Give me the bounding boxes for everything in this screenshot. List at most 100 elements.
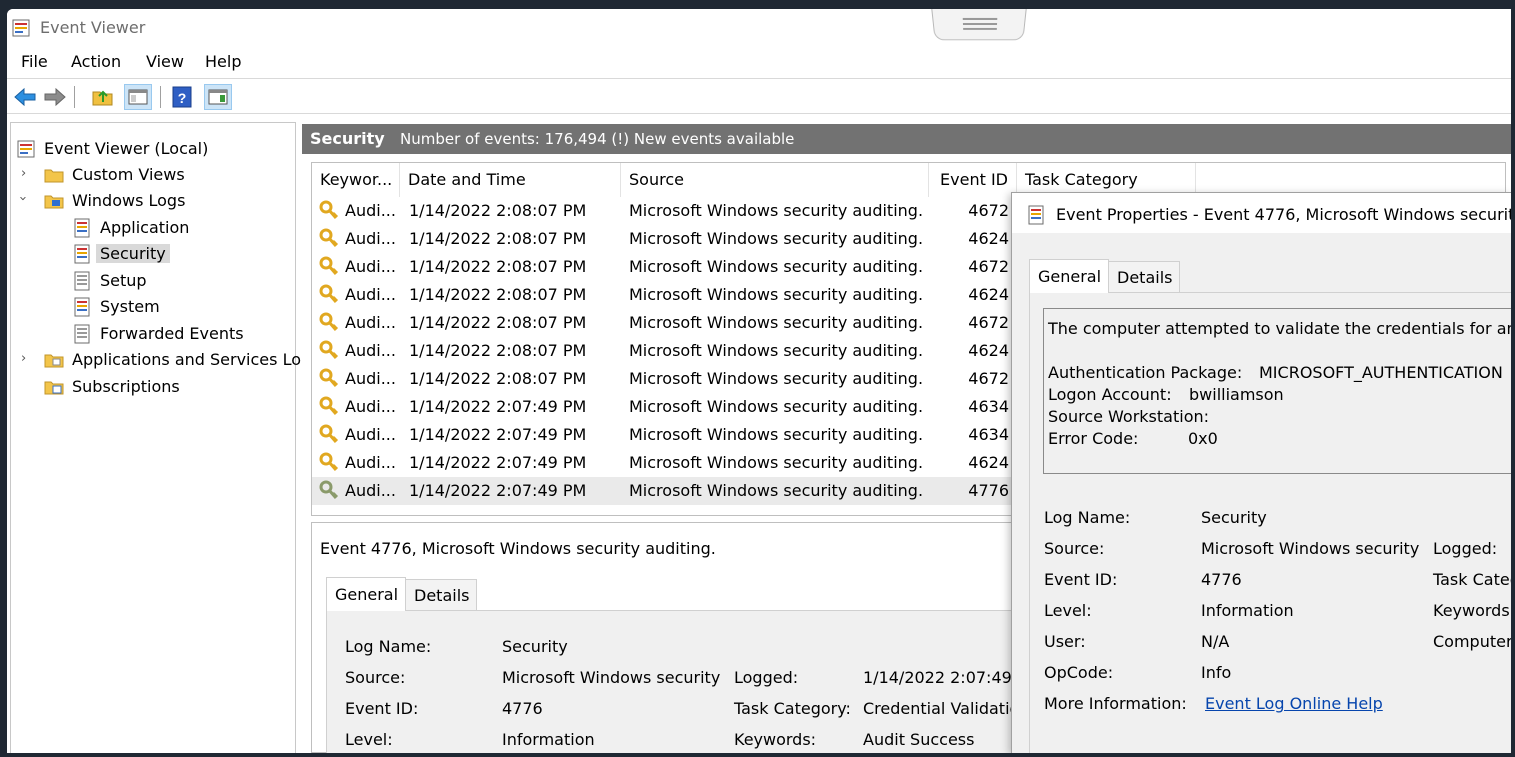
show-hide-console-tree-button[interactable] [124,84,152,110]
dlg-opcode-value: Info [1201,663,1232,682]
dlg-log-name-value: Security [1201,508,1267,527]
auth-package-label: Authentication Package: [1048,363,1243,382]
log-header-bar: Security Number of events: 176,494 (!) N… [302,124,1511,154]
dlg-task-category-label: Task Categ [1433,570,1511,589]
source-value: Microsoft Windows security [502,668,721,687]
column-header-source[interactable]: Source [621,163,929,197]
key-icon [319,424,339,443]
dlg-level-value: Information [1201,601,1294,620]
key-icon [319,368,339,387]
column-header-date-time[interactable]: Date and Time [400,163,621,197]
event-id-cell: 4672 [968,257,1009,276]
task-category-value: Credential Validation [863,699,1030,718]
event-id-cell: 4672 [968,369,1009,388]
svg-text:?: ? [178,90,187,106]
menu-file[interactable]: File [21,52,48,71]
chevron-right-icon[interactable]: › [21,166,26,181]
error-code-label: Error Code: [1048,429,1139,448]
tree-label: Application [100,218,190,237]
source-cell: Microsoft Windows security auditing. [629,453,924,472]
action-pane-icon [208,89,228,105]
level-value: Information [502,730,595,749]
dlg-logged-label: Logged: [1433,539,1498,558]
keyword-cell: Audi... [345,453,396,472]
date-cell: 1/14/2022 2:08:07 PM [409,369,587,388]
event-viewer-window: Event Viewer File Action View Help ? Eve… [7,9,1511,753]
event-id-cell: 4672 [968,201,1009,220]
keyword-cell: Audi... [345,481,396,500]
dialog-tab-general[interactable]: General [1029,259,1110,293]
tree-label: Windows Logs [72,191,186,210]
source-cell: Microsoft Windows security auditing. [629,313,924,332]
source-cell: Microsoft Windows security auditing. [629,369,924,388]
date-cell: 1/14/2022 2:08:07 PM [409,341,587,360]
dlg-log-name-label: Log Name: [1044,508,1131,527]
key-icon [319,480,339,499]
key-icon [319,228,339,247]
level-label: Level: [345,730,393,749]
dlg-computer-label: Computer [1433,632,1511,651]
event-properties-icon [1028,205,1044,225]
chevron-down-icon[interactable]: › [15,196,30,201]
dlg-source-label: Source: [1044,539,1105,558]
tree-label: Applications and Services Lo [72,350,301,369]
date-cell: 1/14/2022 2:08:07 PM [409,313,587,332]
keyword-cell: Audi... [345,201,396,220]
key-icon [319,284,339,303]
event-log-online-help-link[interactable]: Event Log Online Help [1205,694,1383,713]
tree-label: Setup [100,271,147,290]
chevron-right-icon[interactable]: › [21,351,26,366]
event-properties-dialog: Event Properties - Event 4776, Microsoft… [1011,192,1511,753]
dlg-event-id-label: Event ID: [1044,570,1118,589]
date-cell: 1/14/2022 2:07:49 PM [409,397,587,416]
column-header-event-id[interactable]: Event ID [929,163,1017,197]
log-icon [74,297,90,317]
tree-label: Subscriptions [72,377,180,396]
key-icon [319,396,339,415]
source-workstation-label: Source Workstation: [1048,407,1210,426]
keyword-cell: Audi... [345,257,396,276]
event-id-cell: 4624 [968,453,1009,472]
date-cell: 1/14/2022 2:07:49 PM [409,453,587,472]
tab-details[interactable]: Details [405,579,478,611]
source-cell: Microsoft Windows security auditing. [629,201,924,220]
snap-grip-handle[interactable] [931,9,1027,41]
dialog-title-bar: Event Properties - Event 4776, Microsoft… [1012,193,1511,233]
keyword-cell: Audi... [345,425,396,444]
key-icon [319,256,339,275]
tree-label: System [100,297,160,316]
event-id-cell: 4624 [968,229,1009,248]
menu-action[interactable]: Action [71,52,121,71]
preview-title: Event 4776, Microsoft Windows security a… [320,539,716,558]
back-arrow-icon[interactable] [11,84,39,110]
event-viewer-app-icon [12,19,30,37]
show-hide-action-pane-button[interactable] [204,84,232,110]
title-bar: Event Viewer [7,9,1511,47]
menu-help[interactable]: Help [205,52,241,71]
dlg-level-label: Level: [1044,601,1092,620]
keyword-cell: Audi... [345,341,396,360]
tab-general[interactable]: General [326,577,407,611]
event-id-cell: 4634 [968,397,1009,416]
dialog-title: Event Properties - Event 4776, Microsoft… [1056,205,1511,224]
column-header-keywords[interactable]: Keywor... [312,163,400,197]
event-description-box[interactable]: The computer attempted to validate the c… [1043,308,1511,474]
dialog-tab-details[interactable]: Details [1108,261,1181,293]
console-tree-icon [128,89,148,105]
keyword-cell: Audi... [345,229,396,248]
logon-account-value: bwilliamson [1189,385,1284,404]
source-cell: Microsoft Windows security auditing. [629,397,924,416]
source-cell: Microsoft Windows security auditing. [629,285,924,304]
help-icon[interactable]: ? [169,84,197,110]
menu-bar: File Action View Help [7,47,1511,79]
logon-account-label: Logon Account: [1048,385,1172,404]
menu-view[interactable]: View [146,52,184,71]
log-icon [74,218,90,238]
source-cell: Microsoft Windows security auditing. [629,481,924,500]
log-name-value: Security [502,637,568,656]
error-code-value: 0x0 [1188,429,1218,448]
forward-arrow-icon[interactable] [41,84,69,110]
tree-label: Forwarded Events [100,324,244,343]
up-folder-icon[interactable] [89,84,117,110]
event-id-cell: 4776 [968,481,1009,500]
